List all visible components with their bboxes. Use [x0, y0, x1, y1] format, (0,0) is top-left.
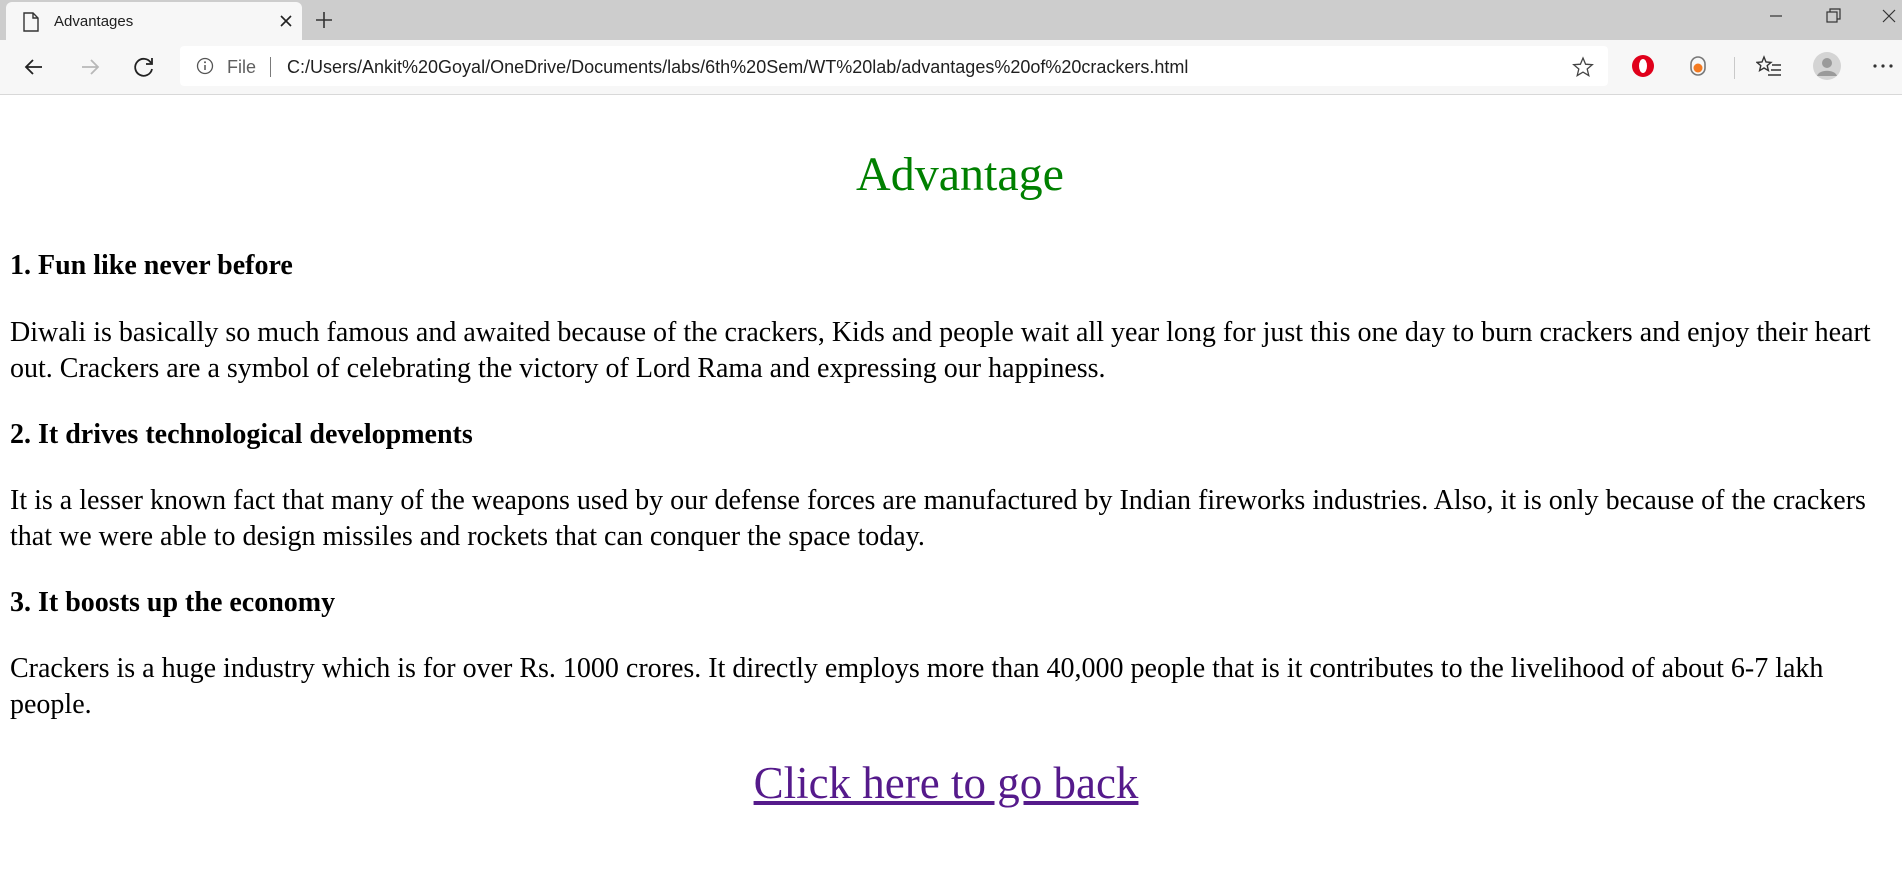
honey-extension-icon[interactable]	[1685, 53, 1711, 79]
page-content: Advantage 1. Fun like never before Diwal…	[0, 95, 1902, 870]
favorites-icon[interactable]	[1756, 53, 1782, 79]
url-text[interactable]: C:/Users/Ankit%20Goyal/OneDrive/Document…	[287, 57, 1188, 78]
file-scheme-label: File	[227, 57, 257, 77]
restore-icon[interactable]	[1823, 6, 1843, 26]
browser-tab[interactable]: Advantages	[6, 2, 302, 40]
opera-extension-icon[interactable]	[1630, 53, 1656, 79]
section-heading: 3. It boosts up the economy	[10, 587, 336, 618]
minimize-icon[interactable]	[1766, 6, 1786, 26]
address-separator	[270, 57, 271, 77]
info-icon[interactable]	[196, 57, 214, 75]
star-icon[interactable]	[1572, 56, 1594, 78]
browser-toolbar: File C:/Users/Ankit%20Goyal/OneDrive/Doc…	[0, 40, 1902, 95]
plus-icon[interactable]	[314, 10, 334, 30]
section-heading: 2. It drives technological developments	[10, 419, 473, 450]
profile-icon[interactable]	[1812, 51, 1842, 81]
section-paragraph: Diwali is basically so much famous and a…	[10, 317, 1871, 384]
close-window-icon[interactable]	[1879, 6, 1899, 26]
tab-title: Advantages	[54, 13, 134, 30]
back-link-container: Click here to go back	[0, 757, 1892, 809]
page-title: Advantage	[856, 148, 1064, 201]
section-paragraph: It is a lesser known fact that many of t…	[10, 485, 1866, 552]
refresh-icon[interactable]	[130, 53, 158, 81]
back-arrow-icon[interactable]	[20, 53, 48, 81]
section-paragraph: Crackers is a huge industry which is for…	[10, 653, 1824, 720]
document-icon	[23, 12, 39, 32]
forward-arrow-icon[interactable]	[76, 53, 104, 81]
tab-strip: Advantages	[0, 0, 1902, 40]
more-icon[interactable]	[1870, 53, 1896, 79]
toolbar-divider	[1734, 57, 1735, 79]
close-icon[interactable]	[278, 13, 294, 29]
section-heading: 1. Fun like never before	[10, 250, 293, 281]
back-link[interactable]: Click here to go back	[754, 758, 1139, 808]
address-bar[interactable]: File C:/Users/Ankit%20Goyal/OneDrive/Doc…	[180, 46, 1608, 86]
